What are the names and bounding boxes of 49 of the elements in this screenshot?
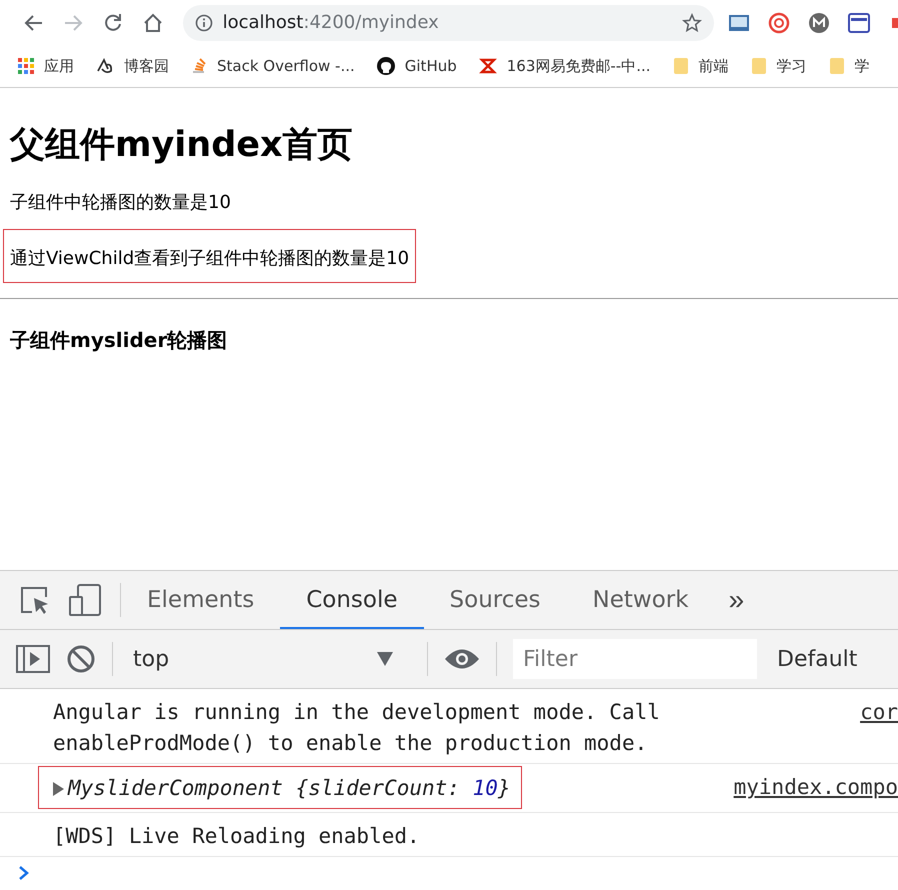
reload-icon: [103, 12, 124, 32]
swirl-extension-icon: [768, 12, 790, 34]
folder-icon: [828, 57, 845, 75]
bookmark-link[interactable]: 163网易免费邮--中...: [506, 56, 651, 76]
devtools-tab[interactable]: Sources: [424, 573, 567, 629]
back-arrow-icon: [24, 12, 44, 32]
more-tabs-button[interactable]: »: [714, 571, 758, 629]
folder-icon: [750, 57, 767, 75]
source-link[interactable]: myindex.compo: [734, 772, 898, 808]
paragraph: 子组件中轮播图的数量是10: [10, 191, 231, 214]
bookmark-link[interactable]: 博客园: [124, 56, 169, 76]
outlined-log-entry: MysliderComponent {sliderCount: 10}: [39, 767, 521, 808]
bookmark-link[interactable]: GitHub: [404, 57, 457, 75]
address-bar[interactable]: localhost:4200/myindex: [182, 4, 714, 40]
picture-extension-icon: [728, 12, 750, 32]
star-icon: [682, 12, 702, 32]
eye-button[interactable]: [444, 648, 480, 670]
swirl-logo-icon: [96, 57, 114, 75]
bookmark-link[interactable]: 前端: [698, 56, 729, 76]
dropdown-caret-icon: [377, 652, 393, 666]
bookmark-link[interactable]: 学习: [776, 56, 807, 76]
device-toolbar-button[interactable]: [68, 583, 102, 617]
info-icon: [194, 14, 213, 32]
context-dropdown[interactable]: top: [129, 646, 411, 672]
bookmark-link[interactable]: 应用: [44, 56, 74, 76]
log-entry: Angular is running in the development mode. Call enableProdMode() to enable the production mode.: [53, 699, 661, 757]
clear-console-button[interactable]: [66, 644, 96, 674]
window-extension-icon: [848, 12, 870, 34]
page-heading: 父组件myindex首页: [10, 124, 354, 167]
section-heading: 子组件myslider轮播图: [10, 327, 228, 354]
source-link[interactable]: cor: [860, 697, 898, 759]
forward-arrow-icon: [63, 12, 84, 32]
home-icon: [142, 12, 163, 32]
apps-grid-icon: [18, 58, 34, 74]
stack-logo-icon: [191, 57, 207, 75]
filter-field[interactable]: Filter: [513, 639, 757, 679]
devtools-tab[interactable]: Network: [566, 573, 715, 629]
sidebar-toggle-button[interactable]: [16, 645, 50, 673]
outlined-paragraph: 通过ViewChild查看到子组件中轮播图的数量是10: [4, 230, 416, 282]
folder-icon: [672, 57, 689, 75]
log-levels-dropdown[interactable]: Default: [773, 646, 858, 672]
log-entry: [WDS] Live Reloading enabled.: [53, 823, 421, 850]
bookmark-link[interactable]: Stack Overflow -...: [217, 57, 355, 75]
bookmark-link[interactable]: 学: [854, 56, 870, 76]
inspect-element-button[interactable]: [18, 584, 50, 616]
devtools-tab[interactable]: Elements: [121, 573, 280, 629]
expand-triangle-icon[interactable]: [53, 782, 64, 796]
m-extension-icon: [808, 12, 830, 34]
prompt-chevron-icon: [18, 865, 30, 881]
